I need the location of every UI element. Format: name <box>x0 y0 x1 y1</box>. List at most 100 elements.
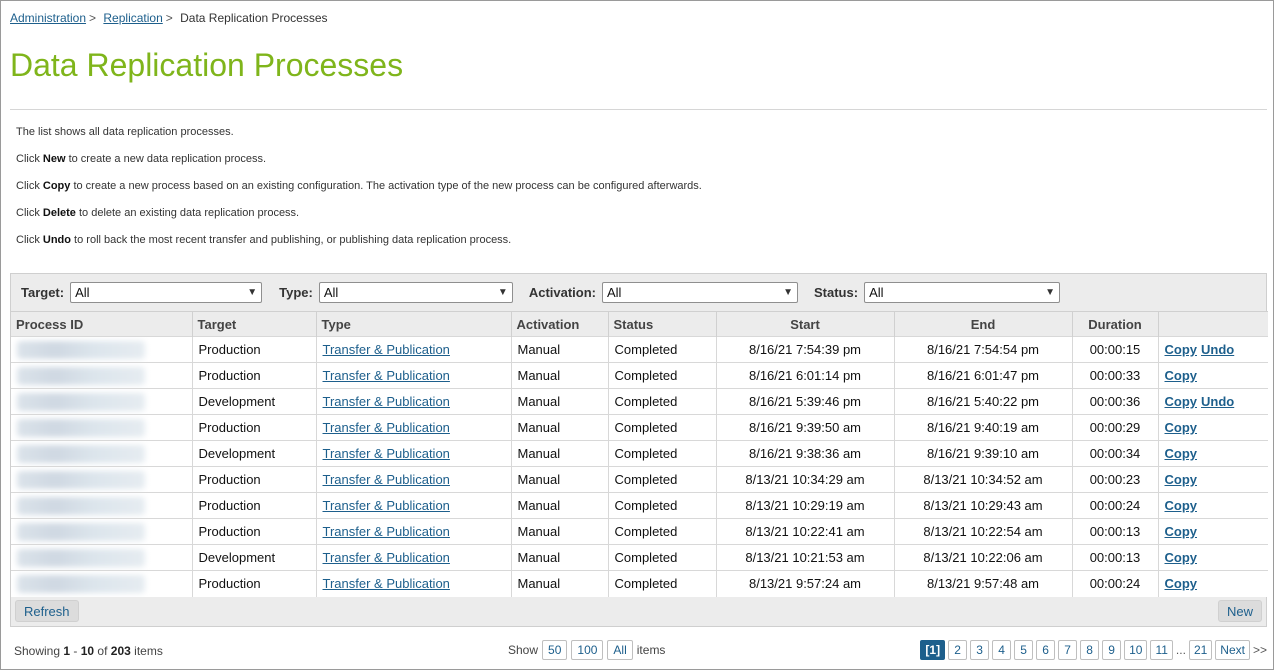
help-text: Click <box>16 207 43 219</box>
column-header-end[interactable]: End <box>893 311 1072 337</box>
activation-cell: Manual <box>510 570 608 597</box>
type-link[interactable]: Transfer & Publication <box>323 420 450 435</box>
copy-link[interactable]: Copy <box>1165 420 1198 435</box>
breadcrumb-replication[interactable]: Replication <box>103 11 162 25</box>
target-filter-select[interactable]: All ▼ <box>70 281 263 303</box>
copy-link[interactable]: Copy <box>1165 446 1198 461</box>
table-row[interactable]: Production Transfer & Publication Manual Co… <box>11 492 1268 519</box>
activation-filter-label: Activation: <box>528 284 596 300</box>
next-page-button[interactable]: Next <box>1215 640 1250 660</box>
summary-text: - <box>70 644 81 658</box>
table-row[interactable]: Production Transfer & Publication Manual Co… <box>11 466 1268 493</box>
page-button[interactable]: 6 <box>1036 640 1056 660</box>
table-body: Production Transfer & Publication Manual Co… <box>11 336 1268 597</box>
start-cell: 8/16/21 5:39:46 pm <box>715 388 894 415</box>
actions-cell: Copy <box>1157 544 1268 571</box>
page-button[interactable]: 9 <box>1102 640 1122 660</box>
column-header-start[interactable]: Start <box>715 311 894 337</box>
type-link[interactable]: Transfer & Publication <box>323 524 450 539</box>
status-cell: Completed <box>607 570 716 597</box>
total-count: 203 <box>110 644 131 658</box>
column-header-duration[interactable]: Duration <box>1071 311 1158 337</box>
table-row[interactable]: Development Transfer & Publication Manual C… <box>11 388 1268 415</box>
copy-link[interactable]: Copy <box>1165 576 1198 591</box>
table-row[interactable]: Development Transfer & Publication Manual C… <box>11 440 1268 467</box>
page-button[interactable]: 2 <box>948 640 968 660</box>
undo-link[interactable]: Undo <box>1201 394 1234 409</box>
type-link[interactable]: Transfer & Publication <box>323 342 450 357</box>
type-link[interactable]: Transfer & Publication <box>323 550 450 565</box>
table-row[interactable]: Production Transfer & Publication Manual Co… <box>11 336 1268 363</box>
copy-link[interactable]: Copy <box>1165 498 1198 513</box>
breadcrumb: Administration > Replication > Data Replic… <box>10 11 328 25</box>
type-link[interactable]: Transfer & Publication <box>323 446 450 461</box>
page-button[interactable]: [1] <box>920 640 946 660</box>
new-button[interactable]: New <box>1217 600 1262 622</box>
column-header-status[interactable]: Status <box>607 311 716 337</box>
redacted-process-id <box>17 496 145 515</box>
column-header-process-id[interactable]: Process ID <box>11 311 192 337</box>
copy-link[interactable]: Copy <box>1165 342 1198 357</box>
column-header-target[interactable]: Target <box>191 311 316 337</box>
actions-cell: Copy <box>1157 466 1268 493</box>
type-link[interactable]: Transfer & Publication <box>323 498 450 513</box>
type-cell: Transfer & Publication <box>315 570 511 597</box>
type-cell: Transfer & Publication <box>315 414 511 441</box>
page-size-50-button[interactable]: 50 <box>542 640 568 660</box>
column-header-type[interactable]: Type <box>315 311 511 337</box>
redacted-process-id <box>17 522 145 541</box>
page-size-all-button[interactable]: All <box>607 640 633 660</box>
page-button[interactable]: 5 <box>1014 640 1034 660</box>
copy-link[interactable]: Copy <box>1165 394 1198 409</box>
start-cell: 8/13/21 10:21:53 am <box>715 544 894 571</box>
redacted-process-id <box>17 548 145 567</box>
duration-cell: 00:00:34 <box>1071 440 1158 467</box>
breadcrumb-administration[interactable]: Administration <box>10 11 86 25</box>
table-row[interactable]: Production Transfer & Publication Manual Co… <box>11 414 1268 441</box>
copy-link[interactable]: Copy <box>1165 550 1198 565</box>
page-button-last-number[interactable]: 21 <box>1188 640 1213 660</box>
type-link[interactable]: Transfer & Publication <box>323 472 450 487</box>
type-cell: Transfer & Publication <box>315 362 511 389</box>
end-cell: 8/13/21 10:34:52 am <box>893 466 1072 493</box>
refresh-button[interactable]: Refresh <box>15 600 79 622</box>
page-button[interactable]: 8 <box>1080 640 1100 660</box>
start-cell: 8/16/21 9:38:36 am <box>715 440 894 467</box>
copy-link[interactable]: Copy <box>1165 368 1198 383</box>
last-page-button[interactable]: >> <box>1253 643 1267 657</box>
type-link[interactable]: Transfer & Publication <box>323 394 450 409</box>
undo-link[interactable]: Undo <box>1201 342 1234 357</box>
copy-link[interactable]: Copy <box>1165 524 1198 539</box>
page-button[interactable]: 7 <box>1058 640 1078 660</box>
type-link[interactable]: Transfer & Publication <box>323 368 450 383</box>
type-filter-select[interactable]: All ▼ <box>318 281 513 303</box>
activation-cell: Manual <box>510 362 608 389</box>
actions-cell: Copy <box>1157 414 1268 441</box>
status-cell: Completed <box>607 336 716 363</box>
column-header-activation[interactable]: Activation <box>510 311 608 337</box>
page-button[interactable]: 10 <box>1124 640 1148 660</box>
page-button[interactable]: 4 <box>992 640 1012 660</box>
redacted-process-id <box>17 392 145 411</box>
type-link[interactable]: Transfer & Publication <box>323 576 450 591</box>
activation-filter-select[interactable]: All ▼ <box>602 281 798 303</box>
items-label: items <box>636 643 666 657</box>
table-row[interactable]: Production Transfer & Publication Manual Co… <box>11 518 1268 545</box>
column-header-actions <box>1157 311 1268 337</box>
status-filter-value: All <box>869 284 884 300</box>
type-cell: Transfer & Publication <box>315 466 511 493</box>
table-row[interactable]: Production Transfer & Publication Manual Co… <box>11 362 1268 389</box>
table-row[interactable]: Production Transfer & Publication Manual Co… <box>11 570 1268 597</box>
page-size-100-button[interactable]: 100 <box>571 640 604 660</box>
copy-link[interactable]: Copy <box>1165 472 1198 487</box>
end-cell: 8/16/21 9:39:10 am <box>893 440 1072 467</box>
duration-cell: 00:00:36 <box>1071 388 1158 415</box>
table-row[interactable]: Development Transfer & Publication Manual C… <box>11 544 1268 571</box>
status-filter-select[interactable]: All ▼ <box>864 281 1061 303</box>
page-button[interactable]: 3 <box>970 640 990 660</box>
duration-cell: 00:00:13 <box>1071 518 1158 545</box>
page-button[interactable]: 11 <box>1150 640 1173 660</box>
range-end: 10 <box>80 644 95 658</box>
status-cell: Completed <box>607 388 716 415</box>
help-line-copy: Click Copy to create a new process based… <box>16 180 702 192</box>
